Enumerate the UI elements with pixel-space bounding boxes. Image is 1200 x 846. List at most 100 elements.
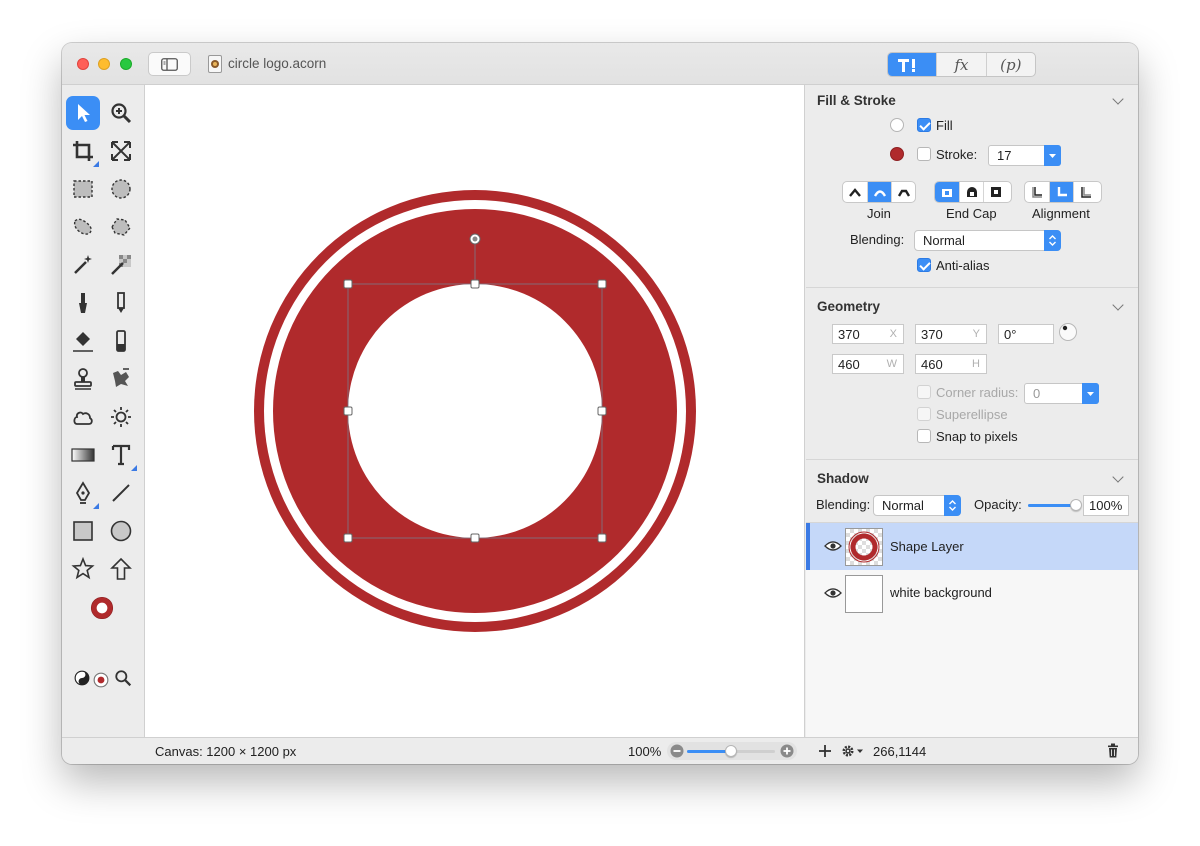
pencil-tool[interactable] xyxy=(104,286,138,320)
polygon-lasso-tool[interactable] xyxy=(104,210,138,244)
text-t-icon xyxy=(111,444,131,466)
join-round-button[interactable] xyxy=(867,182,891,202)
opacity-slider-knob[interactable] xyxy=(1070,499,1082,511)
zoom-slider-knob[interactable] xyxy=(725,745,737,757)
text-tool[interactable] xyxy=(104,438,138,472)
stroke-checkbox[interactable] xyxy=(917,147,931,161)
color-well[interactable] xyxy=(82,588,122,628)
add-layer-icon[interactable] xyxy=(818,744,832,758)
close-window-button[interactable] xyxy=(77,58,89,70)
antialias-checkbox[interactable] xyxy=(917,258,931,272)
corner-radius-checkbox[interactable] xyxy=(917,385,931,399)
corner-radius-combo[interactable]: 0 xyxy=(1024,383,1099,404)
x-position-field[interactable]: 370 X xyxy=(832,324,904,344)
cap-round-button[interactable] xyxy=(959,182,983,202)
zoom-out-icon[interactable] xyxy=(670,744,684,758)
fill-color-swatch[interactable] xyxy=(890,118,904,132)
align-center-button[interactable] xyxy=(1049,182,1073,202)
oval-shape-tool[interactable] xyxy=(104,514,138,548)
swap-colors-button[interactable] xyxy=(74,670,90,686)
arrow-shape-tool[interactable] xyxy=(104,552,138,586)
stroke-fill-swatch-icon xyxy=(90,596,114,620)
y-position-value: 370 xyxy=(921,327,943,342)
stroke-color-swatch[interactable] xyxy=(890,147,904,161)
default-colors-button[interactable] xyxy=(93,672,109,688)
sidebar-toggle-button[interactable] xyxy=(148,52,191,76)
clone-stamp-tool[interactable] xyxy=(66,362,100,396)
zoom-in-small-icon[interactable] xyxy=(780,744,794,758)
tab-fx[interactable]: fx xyxy=(936,53,985,76)
fill-bucket-tool[interactable] xyxy=(66,324,100,358)
gradient-tool[interactable] xyxy=(66,438,100,472)
gear-menu-icon[interactable] xyxy=(841,743,865,759)
crop-tool[interactable] xyxy=(66,134,100,168)
zoom-window-button[interactable] xyxy=(120,58,132,70)
rotation-field[interactable]: 0° xyxy=(998,324,1054,344)
snap-to-pixels-label: Snap to pixels xyxy=(936,429,1018,444)
fill-stroke-collapse-chevron-icon[interactable] xyxy=(1112,93,1124,105)
rectangle-shape-tool[interactable] xyxy=(66,514,100,548)
layer-row-shape[interactable]: Shape Layer xyxy=(806,523,1138,570)
bezier-pen-tool[interactable] xyxy=(66,476,100,510)
canvas-drawing[interactable] xyxy=(145,85,806,737)
magic-wand-tool[interactable] xyxy=(66,248,100,282)
snap-to-pixels-checkbox[interactable] xyxy=(917,429,931,443)
shadow-blending-popup[interactable]: Normal xyxy=(873,495,961,516)
eyedropper-zoom-button[interactable] xyxy=(114,669,132,687)
blending-mode-popup[interactable]: Normal xyxy=(914,230,1061,251)
canvas-area[interactable] xyxy=(144,85,805,737)
transform-tool[interactable] xyxy=(104,134,138,168)
cap-butt-button[interactable] xyxy=(935,182,959,202)
trash-icon[interactable] xyxy=(1107,743,1119,758)
superellipse-checkbox[interactable] xyxy=(917,407,931,421)
layer-row-background[interactable]: white background xyxy=(806,570,1138,617)
opacity-label: Opacity: xyxy=(974,497,1022,512)
tab-tools[interactable] xyxy=(888,53,937,76)
width-field[interactable]: 460 W xyxy=(832,354,904,374)
end-cap-control[interactable] xyxy=(934,181,1012,203)
select-tool[interactable] xyxy=(66,96,100,130)
opacity-slider[interactable] xyxy=(1028,504,1076,507)
eraser-tool[interactable] xyxy=(104,324,138,358)
star-shape-tool[interactable] xyxy=(66,552,100,586)
brush-tool[interactable] xyxy=(66,286,100,320)
stroke-width-combo[interactable]: 17 xyxy=(988,145,1061,166)
eye-visibility-icon[interactable] xyxy=(824,540,842,552)
sun-icon xyxy=(111,407,131,427)
minimize-window-button[interactable] xyxy=(98,58,110,70)
zoom-tool[interactable] xyxy=(104,96,138,130)
geometry-collapse-chevron-icon[interactable] xyxy=(1112,299,1124,311)
smudge-tool[interactable] xyxy=(104,362,138,396)
opacity-field[interactable]: 100% xyxy=(1083,495,1129,516)
rect-marquee-tool[interactable] xyxy=(66,172,100,206)
geometry-title: Geometry xyxy=(817,299,881,314)
rect-marquee-icon xyxy=(73,180,93,198)
tool-palette xyxy=(62,86,144,737)
align-inside-button[interactable] xyxy=(1025,182,1049,202)
lasso-icon xyxy=(73,218,92,235)
burn-tool[interactable] xyxy=(66,400,100,434)
height-field[interactable]: 460 H xyxy=(915,354,987,374)
magic-eraser-tool[interactable] xyxy=(104,248,138,282)
eye-visibility-icon[interactable] xyxy=(824,587,842,599)
ellipse-marquee-tool[interactable] xyxy=(104,172,138,206)
join-bevel-button[interactable] xyxy=(891,182,915,202)
join-style-control[interactable] xyxy=(842,181,916,203)
zoom-slider-control[interactable] xyxy=(667,742,797,760)
join-miter-button[interactable] xyxy=(843,182,867,202)
tab-properties[interactable]: (p) xyxy=(985,53,1035,76)
fill-checkbox[interactable] xyxy=(917,118,931,132)
dodge-tool[interactable] xyxy=(104,400,138,434)
rotation-dial-icon[interactable] xyxy=(1058,322,1078,342)
align-outside-button[interactable] xyxy=(1073,182,1097,202)
opacity-value: 100% xyxy=(1089,498,1123,513)
y-position-field[interactable]: 370 Y xyxy=(915,324,987,344)
fill-label: Fill xyxy=(936,118,953,133)
cap-square-button[interactable] xyxy=(983,182,1007,202)
inspector-tab-control[interactable]: fx (p) xyxy=(887,52,1036,77)
alignment-control[interactable] xyxy=(1024,181,1102,203)
lasso-tool[interactable] xyxy=(66,210,100,244)
shadow-collapse-chevron-icon[interactable] xyxy=(1112,471,1124,483)
line-tool[interactable] xyxy=(104,476,138,510)
stroke-width-value: 17 xyxy=(997,148,1012,163)
